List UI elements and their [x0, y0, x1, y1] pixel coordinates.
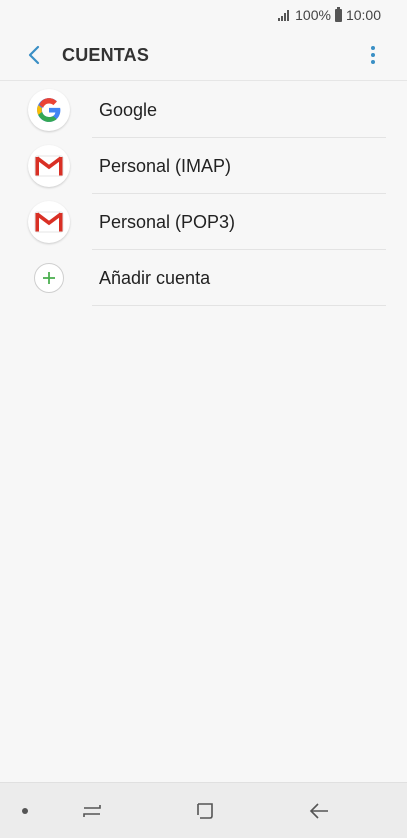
account-label-google: Google: [99, 99, 158, 120]
account-label-personal-pop3: Personal (POP3): [99, 211, 236, 232]
add-account-item[interactable]: Añadir cuenta: [0, 250, 407, 306]
add-icon: [34, 263, 64, 293]
recent-apps-icon: [83, 805, 101, 817]
recent-apps-button[interactable]: [78, 797, 106, 825]
back-icon: [309, 803, 328, 819]
battery-icon: [334, 6, 342, 22]
account-item-personal-imap[interactable]: Personal (IMAP): [0, 138, 407, 194]
account-label-personal-imap: Personal (IMAP): [99, 155, 232, 176]
back-arrow-icon: [28, 45, 40, 65]
add-icon-wrap: [28, 257, 70, 299]
navigation-bar: [0, 782, 407, 838]
battery-percent: 100%: [295, 7, 331, 23]
home-button[interactable]: [191, 797, 219, 825]
account-item-google[interactable]: Google: [0, 82, 407, 138]
app-bar: CUENTAS: [0, 30, 407, 81]
gmail-icon: [28, 201, 70, 243]
add-account-label: Añadir cuenta: [99, 267, 211, 288]
more-options-button[interactable]: [363, 41, 383, 69]
page-title: CUENTAS: [62, 44, 150, 65]
nav-dot-indicator: [22, 808, 28, 814]
status-bar: 100% 10:00: [0, 0, 407, 30]
status-time: 10:00: [345, 7, 381, 23]
accounts-list: Google Personal (IMAP) Personal (POP3) A…: [0, 82, 407, 306]
signal-icon: [278, 9, 290, 21]
home-icon: [197, 803, 213, 819]
back-nav-button[interactable]: [305, 797, 333, 825]
account-item-personal-pop3[interactable]: Personal (POP3): [0, 194, 407, 250]
divider: [92, 305, 386, 306]
back-button[interactable]: [20, 41, 48, 69]
more-vert-icon: [371, 46, 375, 50]
google-icon: [28, 89, 70, 131]
gmail-icon: [28, 145, 70, 187]
